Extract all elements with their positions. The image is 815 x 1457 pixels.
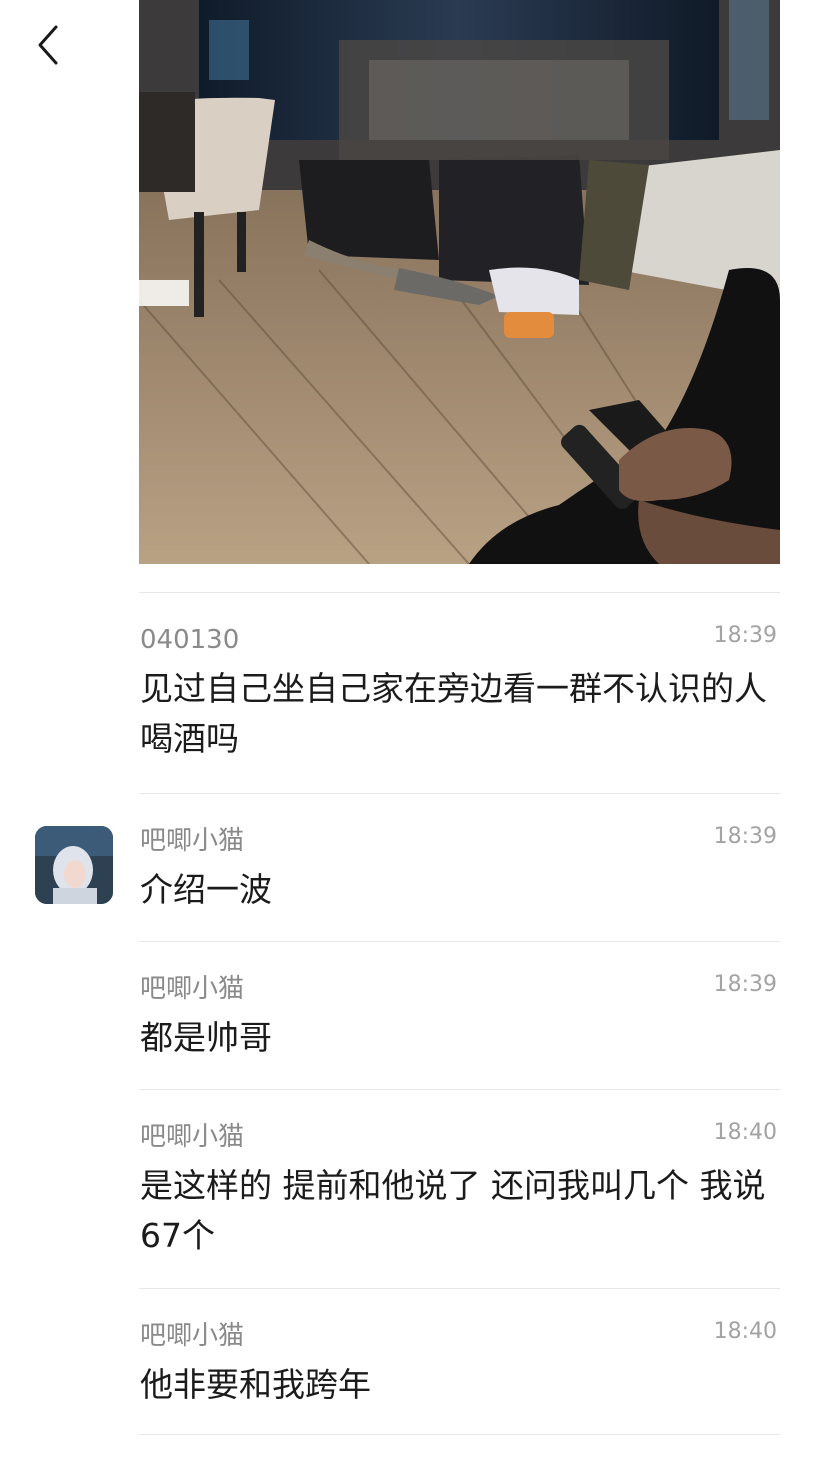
comment-item[interactable]: 吧唧小猫 18:39 介绍一波 xyxy=(0,793,815,941)
chevron-left-icon xyxy=(38,25,58,65)
comment-item[interactable]: 吧唧小猫 18:40 是这样的 提前和他说了 还问我叫几个 我说67个 xyxy=(0,1089,815,1288)
comment-author[interactable]: 吧唧小猫 xyxy=(140,1319,244,1353)
comment-time: 18:40 xyxy=(713,1120,777,1145)
comment-time: 18:39 xyxy=(713,972,777,997)
back-button[interactable] xyxy=(22,18,76,72)
comment-text: 都是帅哥 xyxy=(140,1018,272,1057)
divider xyxy=(139,1288,780,1289)
comment-author[interactable]: 吧唧小猫 xyxy=(140,824,244,858)
comment-text: 介绍一波 xyxy=(140,870,272,909)
comment-item[interactable]: 吧唧小猫 18:39 都是帅哥 xyxy=(0,941,815,1089)
comment-time: 18:40 xyxy=(713,1319,777,1344)
comment-time: 18:39 xyxy=(713,623,777,648)
comment-text: 见过自己坐自己家在旁边看一群不认识的人喝酒吗 xyxy=(140,669,767,758)
comment-author[interactable]: 吧唧小猫 xyxy=(140,1120,244,1154)
avatar-image xyxy=(35,826,113,904)
comment-text: 他非要和我跨年 xyxy=(140,1365,371,1404)
avatar[interactable] xyxy=(35,826,113,904)
comment-author[interactable]: 吧唧小猫 xyxy=(140,972,244,1006)
photo-scene xyxy=(139,0,780,564)
comment-item[interactable]: 吧唧小猫 18:40 他非要和我跨年 xyxy=(0,1288,815,1436)
comment-thread-page: 040130 18:39 见过自己坐自己家在旁边看一群不认识的人喝酒吗 吧唧小猫… xyxy=(0,0,815,1457)
comment-author[interactable]: 040130 xyxy=(140,623,239,657)
divider xyxy=(139,1434,780,1435)
comment-list: 040130 18:39 见过自己坐自己家在旁边看一群不认识的人喝酒吗 吧唧小猫… xyxy=(0,592,815,1436)
comment-text: 是这样的 提前和他说了 还问我叫几个 我说67个 xyxy=(140,1166,766,1255)
divider xyxy=(139,941,780,942)
comment-time: 18:39 xyxy=(713,824,777,849)
shared-photo[interactable] xyxy=(139,0,780,564)
divider xyxy=(139,1089,780,1090)
comment-item[interactable]: 040130 18:39 见过自己坐自己家在旁边看一群不认识的人喝酒吗 xyxy=(0,592,815,793)
divider xyxy=(139,592,780,593)
divider xyxy=(139,793,780,794)
